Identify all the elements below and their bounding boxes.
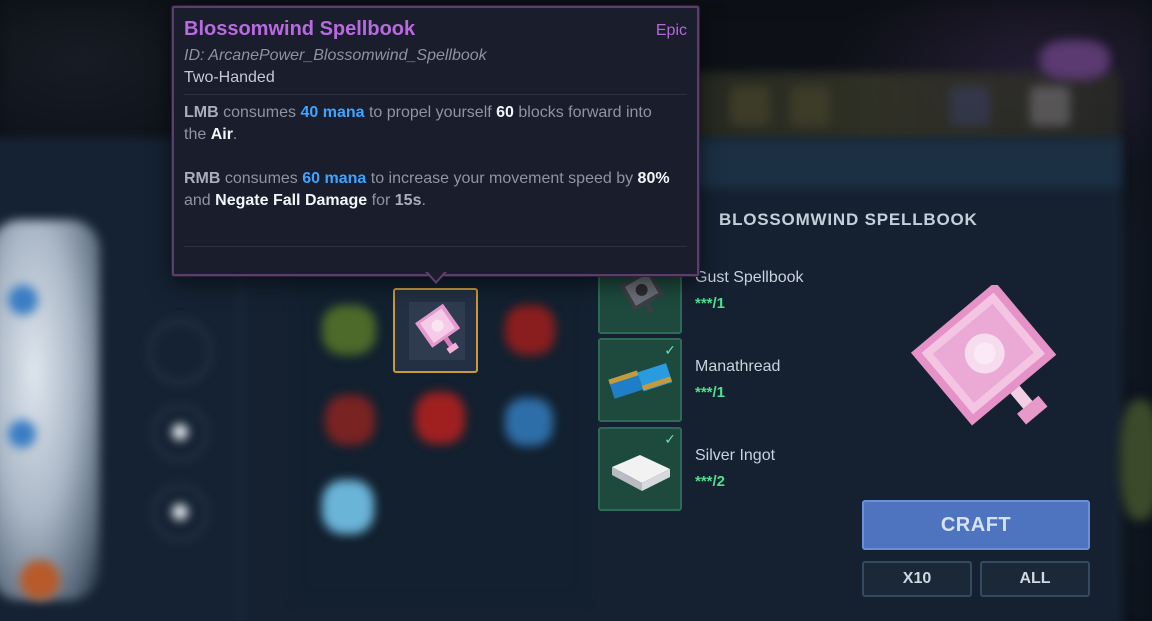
player-character	[0, 220, 100, 600]
background-object	[1040, 40, 1110, 80]
spellbook-preview-icon	[910, 285, 1057, 426]
grid-item-icon	[322, 305, 376, 355]
grid-item-icon	[505, 398, 553, 446]
desc-text: .	[232, 126, 238, 143]
recipe-title: BLOSSOMWIND SPELLBOOK	[719, 210, 978, 229]
item-type: Two-Handed	[184, 69, 275, 86]
item-id: ID: ArcanePower_Blossomwind_Spellbook	[184, 47, 487, 64]
grid-item-icon	[415, 392, 465, 444]
item-tooltip: Blossomwind Spellbook Epic ID: ArcanePow…	[172, 6, 699, 276]
hotbar-slot	[790, 86, 830, 126]
tooltip-divider	[184, 94, 687, 95]
mana-cost: 60 mana	[302, 170, 367, 187]
grid-item-icon	[322, 480, 374, 534]
ingredient-name: Silver Ingot	[695, 447, 776, 464]
desc-text: the	[184, 126, 211, 143]
desc-text: .	[421, 192, 426, 209]
rmb-key: RMB	[184, 170, 221, 187]
mana-cost: 40 mana	[300, 104, 365, 121]
character-detail	[20, 560, 60, 600]
ingredient-card-manathread[interactable]: ✓	[598, 338, 682, 422]
ingredient-check-icon: ✓	[664, 431, 676, 447]
tooltip-divider	[184, 246, 687, 247]
desc-text: to propel yourself	[364, 104, 497, 121]
rarity-badge: Epic	[655, 22, 687, 39]
tooltip-title: Blossomwind Spellbook	[184, 18, 416, 40]
craft-x10-button[interactable]: X10	[862, 561, 972, 597]
ingredient-name: Gust Spellbook	[695, 269, 804, 286]
lmb-description: LMB consumes 40 mana to propel yourself …	[184, 102, 689, 146]
grid-item-icon	[325, 395, 375, 445]
air-keyword: Air	[210, 126, 233, 143]
desc-text: and	[184, 192, 216, 209]
selected-item-slot[interactable]	[393, 288, 478, 373]
grid-item-icon	[505, 305, 555, 355]
block-distance: 60	[496, 104, 514, 121]
ingredient-qty: ***/1	[695, 384, 726, 401]
craft-all-button[interactable]: ALL	[980, 561, 1090, 597]
effect-duration: 15s	[394, 192, 422, 209]
desc-text: consumes	[218, 104, 301, 121]
ingredient-name: Manathread	[695, 358, 781, 375]
tooltip-pointer-inner	[428, 272, 444, 281]
speed-bonus: 80%	[637, 170, 670, 187]
hotbar-slot	[1030, 86, 1070, 126]
ingredient-card-silver-ingot[interactable]: ✓	[598, 427, 682, 511]
character-detail	[8, 285, 38, 315]
background-object	[1120, 400, 1152, 520]
lmb-key: LMB	[184, 104, 219, 121]
ingredient-qty: ***/2	[695, 473, 726, 490]
desc-text: for	[367, 192, 395, 209]
ingredient-check-icon: ✓	[664, 342, 676, 358]
desc-text: to increase your movement speed by	[366, 170, 638, 187]
spellbook-icon	[409, 302, 465, 360]
rmb-description: RMB consumes 60 mana to increase your mo…	[184, 168, 689, 212]
hotbar-slot	[950, 86, 990, 126]
desc-text: blocks forward into	[513, 104, 652, 121]
equipment-icon	[172, 424, 188, 440]
character-detail	[8, 420, 36, 448]
ingredient-qty: ***/1	[695, 295, 726, 312]
hotbar-slot	[730, 86, 770, 126]
effect-name: Negate Fall Damage	[215, 192, 368, 209]
desc-text: consumes	[220, 170, 303, 187]
equipment-icon	[172, 504, 188, 520]
equipment-slot-ring	[148, 320, 212, 384]
craft-button[interactable]: CRAFT	[862, 500, 1090, 550]
